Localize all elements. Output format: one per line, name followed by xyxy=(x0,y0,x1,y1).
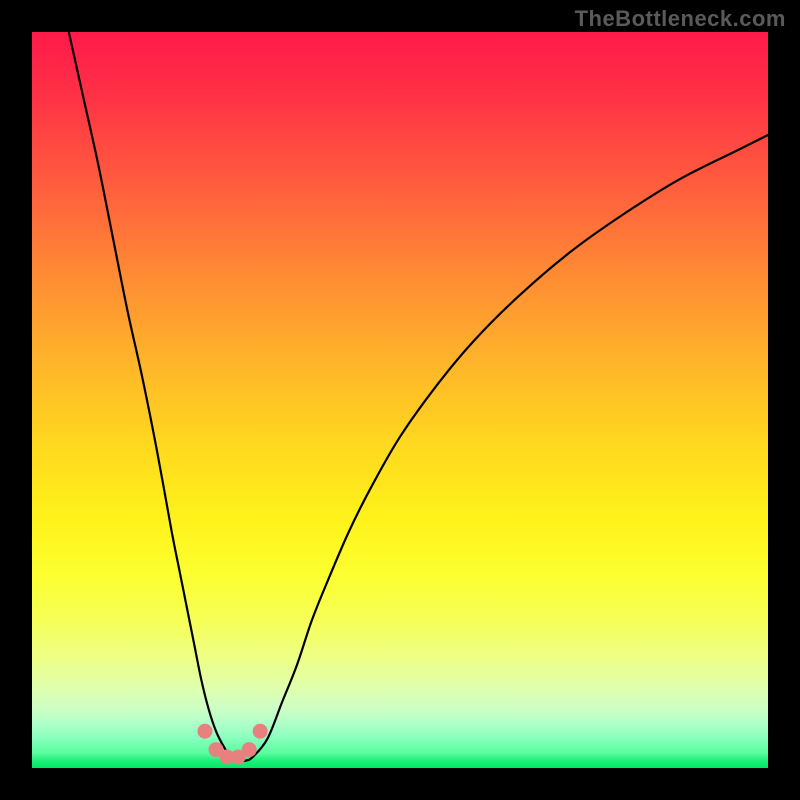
plot-area xyxy=(32,32,768,768)
bottleneck-curve xyxy=(69,32,768,761)
marker-dot xyxy=(197,724,212,739)
minimum-markers xyxy=(197,724,267,765)
marker-dot xyxy=(253,724,268,739)
marker-dot xyxy=(242,742,257,757)
chart-frame: TheBottleneck.com xyxy=(0,0,800,800)
watermark-text: TheBottleneck.com xyxy=(575,6,786,32)
curve-layer xyxy=(32,32,768,768)
